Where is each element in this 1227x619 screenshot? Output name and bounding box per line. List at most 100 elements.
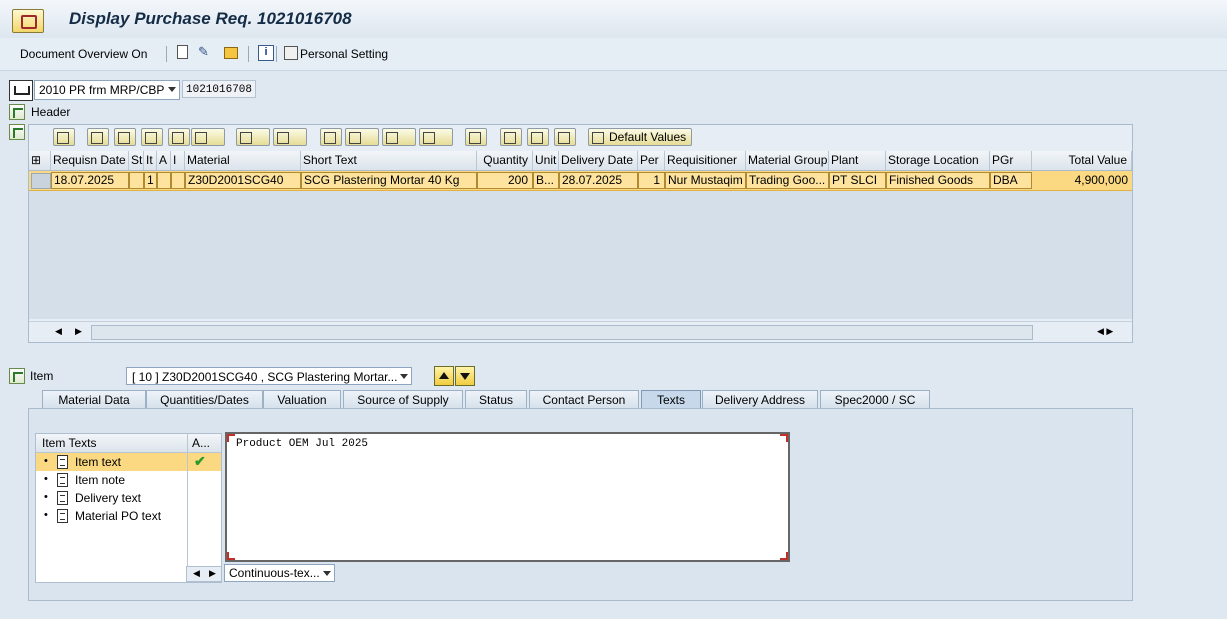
column-header[interactable]: Requisitioner xyxy=(665,151,746,170)
subtotal-button[interactable] xyxy=(273,128,307,146)
print-button[interactable] xyxy=(320,128,342,146)
tab-quantities-dates[interactable]: Quantities/Dates xyxy=(146,390,263,408)
column-header[interactable]: Requisn Date xyxy=(51,151,129,170)
total-button[interactable] xyxy=(236,128,270,146)
item-detail-collapse-button[interactable] xyxy=(9,368,25,384)
item-overview-collapse-button[interactable] xyxy=(9,124,25,140)
column-header[interactable]: PGr xyxy=(990,151,1032,170)
column-header[interactable]: Unit xyxy=(533,151,559,170)
unit-cell[interactable]: B... xyxy=(533,172,559,189)
purchasing-group-cell[interactable]: DBA xyxy=(990,172,1032,189)
scroll-right-icon[interactable]: ▶ xyxy=(75,326,82,337)
envelope-icon[interactable] xyxy=(224,47,238,59)
requisition-date-cell[interactable]: 18.07.2025 xyxy=(51,172,129,189)
item-category-cell[interactable]: 1 xyxy=(144,172,157,189)
tab-texts[interactable]: Texts xyxy=(641,390,701,408)
assign-button[interactable] xyxy=(554,128,576,146)
bullet-icon: • xyxy=(44,455,48,467)
export-button[interactable] xyxy=(382,128,416,146)
text-editor-content[interactable]: Product OEM Jul 2025 xyxy=(236,438,368,450)
check-button[interactable] xyxy=(527,128,549,146)
column-header[interactable]: Material xyxy=(185,151,301,170)
details-button[interactable] xyxy=(53,128,75,146)
header-expand-button[interactable] xyxy=(9,104,25,120)
scroll-columns-icon[interactable]: ◀ ▶ xyxy=(1097,326,1113,337)
grid-info-button[interactable] xyxy=(465,128,487,146)
personal-setting-button[interactable]: Personal Setting xyxy=(300,47,388,61)
short-text-cell[interactable]: SCG Plastering Mortar 40 Kg xyxy=(301,172,477,189)
tab-status[interactable]: Status xyxy=(465,390,527,408)
scroll-right-icon[interactable]: ▶ xyxy=(209,568,216,579)
previous-item-button[interactable] xyxy=(434,366,454,386)
tab-material-data[interactable]: Material Data xyxy=(42,390,146,408)
scroll-left-icon[interactable]: ◀ xyxy=(55,326,62,337)
column-header[interactable]: Storage Location xyxy=(886,151,990,170)
column-header[interactable]: Quantity xyxy=(477,151,533,170)
column-header[interactable]: I xyxy=(171,151,185,170)
copy-button[interactable] xyxy=(500,128,522,146)
filter-icon xyxy=(195,132,207,144)
table-row[interactable]: 18.07.2025 1 Z30D2001SCG40 SCG Plasterin… xyxy=(29,171,1132,191)
scrollbar-thumb[interactable] xyxy=(91,325,1033,340)
column-header[interactable]: Delivery Date xyxy=(559,151,638,170)
column-header[interactable]: Plant xyxy=(829,151,886,170)
next-item-button[interactable] xyxy=(455,366,475,386)
tree-item-item-note[interactable]: • Item note xyxy=(36,471,187,489)
sort-ascending-icon xyxy=(91,132,103,144)
text-editor[interactable]: Product OEM Jul 2025 xyxy=(225,432,790,562)
tree-item-item-text[interactable]: • Item text xyxy=(36,453,187,471)
tab-spec2000-sc[interactable]: Spec2000 / SC xyxy=(820,390,930,408)
default-values-button[interactable]: Default Values xyxy=(588,128,692,146)
display-glasses-icon[interactable]: ✎ xyxy=(198,44,209,60)
i-cell[interactable] xyxy=(171,172,185,189)
storage-location-cell[interactable]: Finished Goods xyxy=(886,172,990,189)
personal-setting-icon[interactable] xyxy=(284,46,298,60)
page-title: Display Purchase Req. 1021016708 xyxy=(69,9,352,28)
filter-button[interactable] xyxy=(191,128,225,146)
column-header[interactable]: Short Text xyxy=(301,151,477,170)
tree-item-label: Delivery text xyxy=(75,491,142,505)
views-button[interactable] xyxy=(345,128,379,146)
plant-cell[interactable]: PT SLCI xyxy=(829,172,886,189)
tree-item-material-po-text[interactable]: • Material PO text xyxy=(36,507,187,525)
tree-header-col2[interactable]: A... xyxy=(192,436,210,450)
per-cell[interactable]: 1 xyxy=(638,172,665,189)
delivery-date-cell[interactable]: 28.07.2025 xyxy=(559,172,638,189)
item-select[interactable]: [ 10 ] Z30D2001SCG40 , SCG Plastering Mo… xyxy=(126,367,412,385)
column-header[interactable]: Material Group xyxy=(746,151,829,170)
column-header[interactable]: It xyxy=(144,151,157,170)
find-next-button[interactable] xyxy=(168,128,190,146)
tab-delivery-address[interactable]: Delivery Address xyxy=(702,390,818,408)
tab-valuation[interactable]: Valuation xyxy=(263,390,341,408)
select-all-icon[interactable]: ⊞ xyxy=(29,151,51,170)
sort-descending-button[interactable] xyxy=(114,128,136,146)
tree-item-delivery-text[interactable]: • Delivery text xyxy=(36,489,187,507)
purchase-requisition-number-field[interactable]: 1021016708 xyxy=(182,80,256,98)
column-header[interactable]: Per xyxy=(638,151,665,170)
tree-header-label[interactable]: Item Texts xyxy=(42,436,96,450)
tree-scroll-controls[interactable]: ◀ ▶ xyxy=(186,566,222,582)
text-format-select[interactable]: Continuous-tex... xyxy=(224,564,335,582)
requisitioner-cell[interactable]: Nur Mustaqim xyxy=(665,172,746,189)
tab-source-of-supply[interactable]: Source of Supply xyxy=(343,390,463,408)
layout-button[interactable] xyxy=(419,128,453,146)
account-assignment-cell[interactable] xyxy=(157,172,171,189)
quantity-cell[interactable]: 200 xyxy=(477,172,533,189)
material-cell[interactable]: Z30D2001SCG40 xyxy=(185,172,301,189)
status-cell[interactable] xyxy=(129,172,144,189)
horizontal-scrollbar[interactable]: ◀ ▶ ◀ ▶ xyxy=(29,321,1132,342)
tab-contact-person[interactable]: Contact Person xyxy=(529,390,639,408)
column-header[interactable]: A xyxy=(157,151,171,170)
column-header[interactable]: Total Value xyxy=(1032,151,1132,170)
document-type-select[interactable]: 2010 PR frm MRP/CBP xyxy=(34,80,180,100)
document-overview-button[interactable]: Document Overview On xyxy=(20,47,147,61)
sort-ascending-button[interactable] xyxy=(87,128,109,146)
column-header[interactable]: St xyxy=(129,151,144,170)
info-icon[interactable]: i xyxy=(258,45,274,61)
material-group-cell[interactable]: Trading Goo... xyxy=(746,172,829,189)
row-selector[interactable] xyxy=(31,173,51,189)
new-document-icon[interactable] xyxy=(177,45,188,59)
find-button[interactable] xyxy=(141,128,163,146)
scroll-left-icon[interactable]: ◀ xyxy=(193,568,200,579)
transaction-switch-icon[interactable] xyxy=(12,9,44,33)
